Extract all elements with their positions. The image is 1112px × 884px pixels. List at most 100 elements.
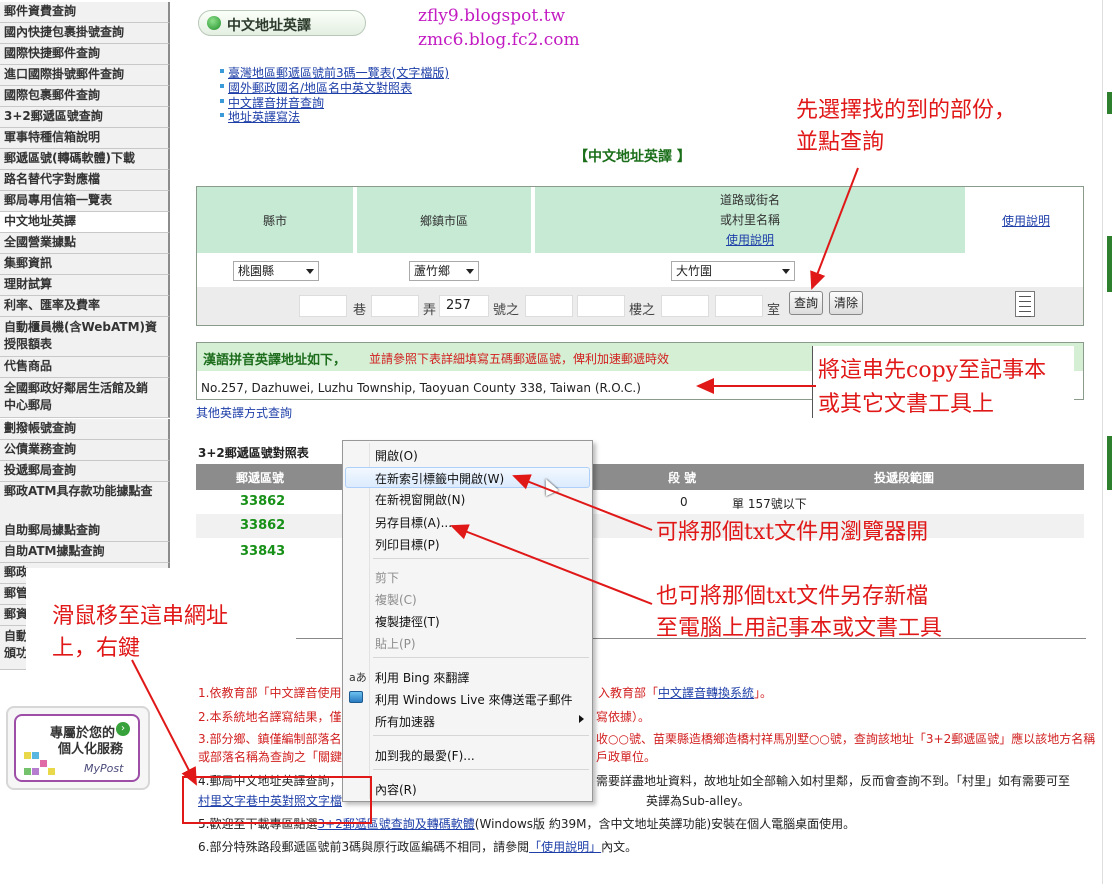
- form-title: 【中文地址英譯 】: [574, 149, 691, 165]
- zip-table-title: 3+2郵遞區號對照表: [198, 446, 309, 460]
- windows-live-mail-icon: [349, 691, 363, 703]
- sidebar-item[interactable]: 郵政ATM具存款功能據點查: [0, 482, 170, 522]
- link-address-writing[interactable]: 地址英譯寫法: [219, 108, 300, 125]
- menu-separator: [373, 735, 589, 736]
- document-icon[interactable]: [1015, 291, 1035, 317]
- page-title-pill: 中文地址英譯: [198, 10, 366, 36]
- logo-square-icon: [48, 768, 55, 775]
- menu-separator: [373, 558, 589, 559]
- floor-input[interactable]: [577, 295, 625, 317]
- menu-item-print-target[interactable]: 列印目標(P): [375, 536, 440, 553]
- page-title: 中文地址英譯: [227, 18, 311, 34]
- pinyin-system-link[interactable]: 中文譯音轉換系統: [658, 686, 754, 700]
- menu-item-add-favorites[interactable]: 加到我的最愛(F)...: [375, 747, 475, 764]
- note-6: 6.部分特殊路段郵遞區號前3碼與原行政區編碼不相同，請參閱「使用說明」內文。: [198, 838, 637, 855]
- annotation-4-line2: 至電腦上用記事本或文書工具: [656, 616, 943, 641]
- sidebar-item[interactable]: 理財試算: [0, 275, 170, 296]
- number-sub-input[interactable]: [525, 295, 573, 317]
- sidebar-item[interactable]: 進口國際掛號郵件查詢: [0, 65, 170, 86]
- mypost-banner[interactable]: 專屬於您的 › 個人化服務 MyPost: [6, 706, 150, 790]
- floor-sub-input[interactable]: [661, 295, 709, 317]
- sidebar-item[interactable]: 集郵資訊: [0, 254, 170, 275]
- mypost-brand: MyPost: [84, 762, 124, 775]
- mypost-banner-inner[interactable]: 專屬於您的 › 個人化服務 MyPost: [14, 714, 140, 782]
- menu-item-open-new-window[interactable]: 在新視窗開啟(N): [375, 491, 465, 508]
- sidebar-item[interactable]: 路名替代字對應檔: [0, 170, 170, 191]
- menu-item-live-email[interactable]: 利用 Windows Live 來傳送電子郵件: [375, 691, 573, 708]
- col-town-label: 鄉鎮市區: [419, 213, 468, 228]
- lane-input[interactable]: [299, 295, 347, 317]
- alley-input[interactable]: [371, 295, 419, 317]
- menu-item-bing-translate[interactable]: 利用 Bing 來翻譯: [375, 669, 469, 686]
- sidebar-item[interactable]: 自助郵局據點查詢: [0, 521, 170, 542]
- sidebar-item[interactable]: 郵件資費查詢: [0, 2, 170, 23]
- note-3a: 3.部分鄉、鎮僅編制部落名: [198, 732, 342, 746]
- note-2b: 寫依據）。: [596, 710, 651, 724]
- note-1c-text: 」。: [754, 686, 773, 700]
- usage-help-link[interactable]: 「使用說明」: [529, 840, 601, 854]
- logo-square-icon: [32, 752, 39, 759]
- sidebar-item[interactable]: 代售商品: [0, 357, 170, 378]
- segment-value: 0: [680, 495, 688, 509]
- col-range: 投遞段範圍: [874, 471, 935, 485]
- col-segment: 段 號: [668, 471, 697, 485]
- menu-item-paste[interactable]: 貼上(P): [375, 635, 416, 652]
- city-select-value: 桃園縣: [238, 264, 275, 278]
- help-link[interactable]: 使用說明: [1002, 212, 1050, 229]
- floor-label: 樓之: [629, 303, 656, 318]
- note-3c: 或部落名稱為查詢之「關鍵: [198, 750, 343, 764]
- logo-square-icon: [32, 768, 39, 775]
- menu-item-properties[interactable]: 內容(R): [375, 781, 417, 798]
- menu-item-open-new-tab[interactable]: 在新索引標籤中開啟(W): [375, 470, 504, 487]
- green-marker: [1107, 236, 1112, 292]
- menu-item-accelerators[interactable]: 所有加速器: [375, 713, 435, 730]
- clear-button[interactable]: 清除: [829, 291, 863, 315]
- sidebar-item[interactable]: 全國營業據點: [0, 233, 170, 254]
- room-label: 室: [767, 303, 781, 318]
- green-marker: [1107, 436, 1112, 490]
- road-help-link[interactable]: 使用說明: [726, 230, 774, 250]
- number-input[interactable]: 257: [439, 295, 489, 317]
- menu-item-open[interactable]: 開啟(O): [375, 447, 418, 464]
- city-select[interactable]: 桃園縣: [233, 261, 319, 281]
- sidebar-item[interactable]: 郵局專用信箱一覽表: [0, 191, 170, 212]
- green-marker: [1107, 92, 1112, 114]
- sidebar-item[interactable]: 公債業務查詢: [0, 440, 170, 461]
- query-button[interactable]: 查詢: [789, 291, 823, 315]
- sidebar-item[interactable]: 投遞郵局查詢: [0, 461, 170, 482]
- menu-item-copy-shortcut[interactable]: 複製捷徑(T): [375, 613, 440, 630]
- sidebar-item[interactable]: 自動櫃員機(含WebATM)資 授限額表: [0, 317, 170, 357]
- menu-item-cut[interactable]: 剪下: [375, 569, 399, 586]
- note-6b-text: 內文。: [601, 840, 638, 854]
- number-label: 號之: [493, 303, 520, 318]
- table-row: 33862: [196, 514, 1084, 538]
- chevron-down-icon: [466, 269, 474, 274]
- note-6a-text: 6.部分特殊路段郵遞區號前3碼與原行政區編碼不相同，請參閱: [198, 840, 530, 854]
- note-3b: 收○○號、苗栗縣造橋鄉造橋村祥馬別墅○○號，查詢該地址「3+2郵遞區號」應以該地…: [596, 732, 1096, 746]
- note-1b: 入教育部「中文譯音轉換系統」。: [598, 684, 772, 701]
- room-input[interactable]: [715, 295, 763, 317]
- mypost-line2: 個人化服務: [58, 742, 124, 757]
- sidebar-item[interactable]: 自助ATM據點查詢: [0, 542, 170, 563]
- menu-gutter: [369, 443, 370, 799]
- annotation-3: 可將那個txt文件用瀏覽器開: [656, 520, 929, 545]
- sidebar-item[interactable]: 郵遞區號(轉碼軟體)下載: [0, 149, 170, 170]
- road-select[interactable]: 大竹圍: [671, 261, 795, 281]
- sidebar-item[interactable]: 全國郵政好鄰居生活館及銷 中心郵局: [0, 378, 170, 418]
- sidebar-item[interactable]: 3+2郵遞區號查詢: [0, 107, 170, 128]
- result-title: 漢語拼音英譯地址如下，: [203, 353, 347, 368]
- sidebar-item[interactable]: 利率、匯率及費率: [0, 296, 170, 317]
- sidebar-item[interactable]: 國際快捷郵件查詢: [0, 44, 170, 65]
- result-address[interactable]: No.257, Dazhuwei, Luzhu Township, Taoyua…: [201, 381, 641, 395]
- sidebar-item[interactable]: 劃撥帳號查詢: [0, 419, 170, 440]
- note-4b: 需要詳盡地址資料，故地址如全部輸入如村里鄰，反而會查詢不到。「村里」如有需要可至: [596, 774, 1071, 788]
- other-translation-link[interactable]: 其他英譯方式查詢: [196, 404, 292, 421]
- sidebar-item[interactable]: 軍事特種信箱說明: [0, 128, 170, 149]
- town-select[interactable]: 蘆竹鄉: [409, 261, 479, 281]
- sidebar-item[interactable]: 國內快捷包裹掛號查詢: [0, 23, 170, 44]
- annotation-1-line2: 並點查詢: [796, 130, 885, 155]
- menu-item-copy[interactable]: 複製(C): [375, 591, 417, 608]
- menu-item-save-target[interactable]: 另存目標(A)...: [375, 514, 452, 531]
- sidebar-item[interactable]: 中文地址英譯: [0, 212, 170, 233]
- sidebar-item[interactable]: 國際包裹郵件查詢: [0, 86, 170, 107]
